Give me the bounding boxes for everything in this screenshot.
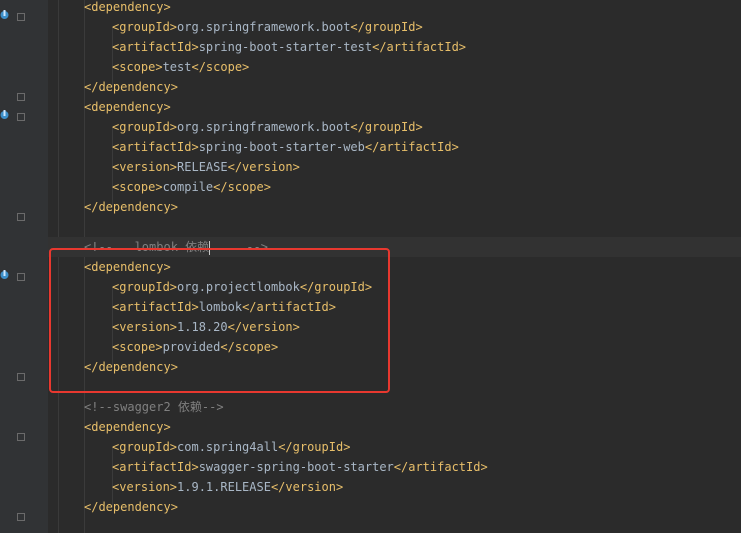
code-line[interactable]: <groupId>com.spring4all</groupId> <box>62 437 741 457</box>
xml-tag: </groupId> <box>278 440 351 454</box>
code-line[interactable]: </dependency> <box>62 77 741 97</box>
fold-marker-icon[interactable] <box>17 13 25 21</box>
xml-text: RELEASE <box>177 160 228 174</box>
xml-tag: <version> <box>112 480 178 494</box>
xml-tag: <scope> <box>112 180 163 194</box>
code-line[interactable]: <groupId>org.springframework.boot</group… <box>62 17 741 37</box>
xml-tag: <groupId> <box>112 440 178 454</box>
xml-tag: </scope> <box>191 60 250 74</box>
code-line[interactable]: <artifactId>swagger-spring-boot-starter<… <box>62 457 741 477</box>
code-line[interactable]: <groupId>org.springframework.boot</group… <box>62 117 741 137</box>
editor-gutter <box>0 0 48 533</box>
code-line[interactable]: <scope>test</scope> <box>62 57 741 77</box>
xml-tag: </dependency> <box>84 200 178 214</box>
code-line[interactable]: <dependency> <box>62 417 741 437</box>
xml-tag: <dependency> <box>84 420 171 434</box>
fold-marker-icon[interactable] <box>17 373 25 381</box>
xml-tag: <version> <box>112 160 178 174</box>
xml-text: com.spring4all <box>177 440 279 454</box>
xml-text: test <box>162 60 192 74</box>
fold-marker-icon[interactable] <box>17 513 25 521</box>
run-gutter-icon[interactable] <box>0 109 9 121</box>
xml-text: spring-boot-starter-web <box>198 140 365 154</box>
xml-tag: <dependency> <box>84 100 171 114</box>
code-line[interactable]: <!--swagger2 依赖--> <box>62 397 741 417</box>
xml-tag: </groupId> <box>350 20 423 34</box>
xml-tag: </version> <box>270 480 344 494</box>
code-line[interactable]: <artifactId>spring-boot-starter-test</ar… <box>62 37 741 57</box>
xml-tag: </groupId> <box>350 120 423 134</box>
code-line[interactable]: <version>RELEASE</version> <box>62 157 741 177</box>
code-line[interactable]: <dependency> <box>62 97 741 117</box>
code-line[interactable] <box>62 217 741 237</box>
fold-marker-icon[interactable] <box>17 273 25 281</box>
xml-text: org.springframework.boot <box>177 120 351 134</box>
xml-tag: </artifactId> <box>364 140 459 154</box>
xml-tag: <artifactId> <box>112 460 199 474</box>
xml-tag: </dependency> <box>84 80 178 94</box>
xml-text: swagger-spring-boot-starter <box>198 460 394 474</box>
code-line[interactable]: <scope>compile</scope> <box>62 177 741 197</box>
xml-text: org.springframework.boot <box>177 20 351 34</box>
code-line[interactable]: </dependency> <box>62 197 741 217</box>
xml-tag: <scope> <box>112 60 163 74</box>
xml-tag: <groupId> <box>112 20 178 34</box>
run-gutter-icon[interactable] <box>0 269 9 281</box>
code-line[interactable]: <version>1.9.1.RELEASE</version> <box>62 477 741 497</box>
fold-marker-icon[interactable] <box>17 93 25 101</box>
xml-text: compile <box>162 180 214 194</box>
annotation-highlight-box <box>49 248 390 393</box>
fold-marker-icon[interactable] <box>17 213 25 221</box>
xml-tag: <artifactId> <box>112 40 199 54</box>
code-line[interactable]: <artifactId>spring-boot-starter-web</art… <box>62 137 741 157</box>
xml-tag: <artifactId> <box>112 140 199 154</box>
fold-marker-icon[interactable] <box>17 433 25 441</box>
xml-tag: </scope> <box>213 180 271 194</box>
xml-tag: </version> <box>227 160 300 174</box>
xml-comment: <!--swagger2 依赖--> <box>84 400 224 414</box>
xml-tag: <groupId> <box>112 120 178 134</box>
code-line[interactable]: <dependency> <box>62 0 741 17</box>
code-line[interactable]: </dependency> <box>62 497 741 517</box>
xml-tag: </artifactId> <box>372 40 467 54</box>
xml-text: spring-boot-starter-test <box>198 40 373 54</box>
xml-text: 1.9.1.RELEASE <box>177 480 271 494</box>
xml-tag: <dependency> <box>84 0 171 14</box>
run-gutter-icon[interactable] <box>0 9 9 21</box>
xml-tag: </dependency> <box>84 500 178 514</box>
xml-tag: </artifactId> <box>393 460 488 474</box>
fold-marker-icon[interactable] <box>17 113 25 121</box>
